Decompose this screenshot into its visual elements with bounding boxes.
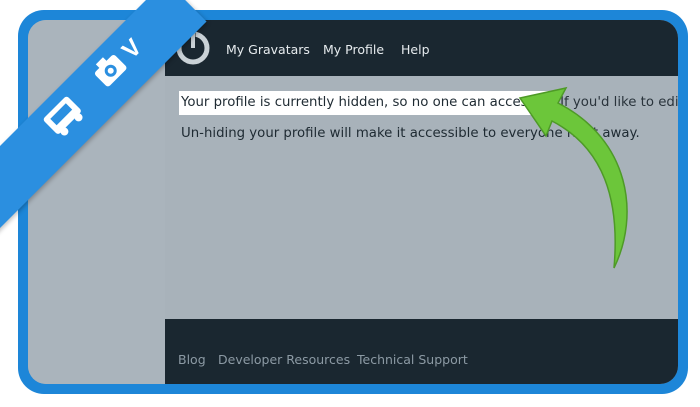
car-icon [43, 96, 83, 136]
ribbon-icons: V [43, 34, 147, 136]
v-letter-icon: V [117, 34, 147, 64]
camera-icon [94, 54, 127, 87]
svg-text:V: V [117, 34, 147, 64]
